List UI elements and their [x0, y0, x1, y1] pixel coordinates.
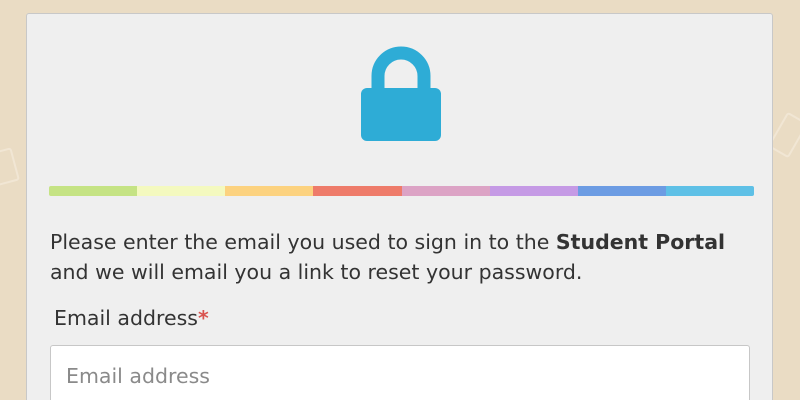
- rainbow-segment: [137, 186, 226, 196]
- reset-instructions: Please enter the email you used to sign …: [50, 227, 750, 287]
- email-label-text: Email address: [54, 306, 198, 330]
- required-marker: *: [197, 306, 209, 330]
- rainbow-segment: [489, 186, 578, 196]
- background-doodle: [0, 147, 20, 187]
- password-reset-card: Please enter the email you used to sign …: [26, 13, 773, 400]
- instructions-text-end: and we will email you a link to reset yo…: [50, 260, 583, 284]
- portal-name: Student Portal: [555, 230, 726, 254]
- rainbow-segment: [49, 186, 138, 196]
- lock-icon: [361, 46, 441, 141]
- rainbow-segment: [313, 186, 402, 196]
- email-input[interactable]: [50, 345, 750, 400]
- rainbow-segment: [577, 186, 666, 196]
- email-label: Email address*: [54, 306, 209, 330]
- rainbow-segment: [225, 186, 314, 196]
- instructions-text-start: Please enter the email you used to sign …: [50, 230, 556, 254]
- rainbow-divider: [49, 186, 754, 196]
- rainbow-segment: [401, 186, 490, 196]
- rainbow-segment: [665, 186, 754, 196]
